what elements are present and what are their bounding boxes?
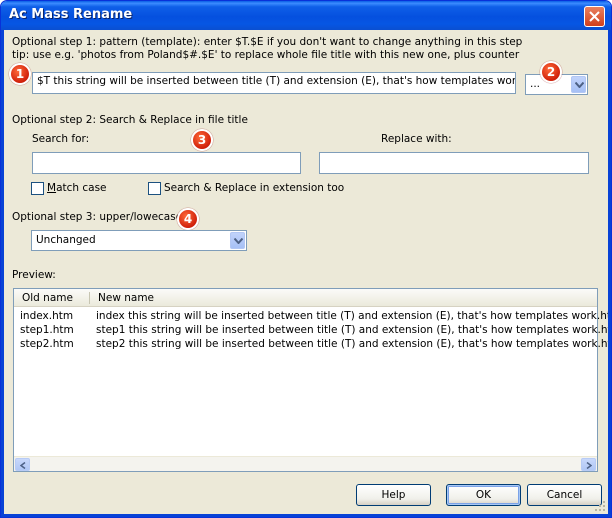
extension-too-label[interactable]: Search & Replace in extension too xyxy=(164,182,344,194)
column-header-old-name[interactable]: Old name xyxy=(22,292,73,304)
table-row[interactable]: index.htm index this string will be inse… xyxy=(14,310,611,324)
chevron-down-icon[interactable] xyxy=(230,232,245,249)
new-name-cell: step2 this string will be inserted betwe… xyxy=(96,338,612,350)
preview-list[interactable]: Old name New name index.htm index this s… xyxy=(13,288,611,472)
callout-badge-1: 1 xyxy=(9,63,31,85)
old-name-cell: step2.htm xyxy=(20,338,74,350)
replace-label: Replace with: xyxy=(381,133,452,145)
cancel-button[interactable]: Cancel xyxy=(527,484,602,506)
column-header-new-name[interactable]: New name xyxy=(98,292,154,304)
case-dropdown-value: Unchanged xyxy=(36,234,96,246)
window-title: Ac Mass Rename xyxy=(9,7,133,22)
scroll-right-button[interactable] xyxy=(581,458,596,471)
rename-dialog: Ac Mass Rename Optional step 1: pattern … xyxy=(0,0,612,518)
callout-badge-4: 4 xyxy=(177,208,199,230)
table-row[interactable]: step2.htm step2 this string will be inse… xyxy=(14,338,611,352)
replace-input[interactable] xyxy=(319,152,589,174)
match-case-label-rest: atch case xyxy=(56,182,107,194)
scroll-left-button[interactable] xyxy=(15,458,30,471)
horizontal-scrollbar[interactable] xyxy=(14,456,597,471)
old-name-cell: index.htm xyxy=(20,310,74,322)
ok-button[interactable]: OK xyxy=(446,484,521,506)
match-case-label[interactable]: Match case xyxy=(47,182,107,194)
callout-badge-3: 3 xyxy=(191,129,213,151)
step1-tip: tip: use e.g. 'photos from Poland$#.$E' … xyxy=(12,49,520,61)
macro-dropdown-value: ... xyxy=(530,78,541,90)
new-name-cell: index this string will be inserted betwe… xyxy=(96,310,612,322)
search-label: Search for: xyxy=(32,133,90,145)
help-button[interactable]: Help xyxy=(356,484,431,506)
new-name-cell: step1 this string will be inserted betwe… xyxy=(96,324,612,336)
window-border-left xyxy=(1,30,4,517)
resize-grip-icon[interactable] xyxy=(595,501,606,512)
chevron-right-icon xyxy=(586,462,592,469)
match-case-checkbox[interactable] xyxy=(31,182,44,195)
search-input[interactable] xyxy=(32,152,301,174)
step3-heading: Optional step 3: upper/lowecase xyxy=(12,211,183,223)
table-row[interactable]: step1.htm step1 this string will be inse… xyxy=(14,324,611,338)
step2-heading: Optional step 2: Search & Replace in fil… xyxy=(12,114,248,126)
chevron-left-icon xyxy=(20,462,26,469)
close-icon xyxy=(589,11,600,22)
callout-badge-2: 2 xyxy=(540,61,562,83)
pattern-input[interactable]: $T this string will be inserted between … xyxy=(32,72,516,94)
close-button[interactable] xyxy=(584,6,605,27)
match-case-mnemonic: M xyxy=(47,182,57,194)
chevron-down-icon[interactable] xyxy=(571,76,586,93)
window-border-right xyxy=(608,30,611,517)
old-name-cell: step1.htm xyxy=(20,324,74,336)
column-separator[interactable] xyxy=(89,292,90,304)
preview-label: Preview: xyxy=(12,269,56,281)
extension-too-checkbox[interactable] xyxy=(148,182,161,195)
title-bar[interactable]: Ac Mass Rename xyxy=(1,1,611,30)
case-dropdown[interactable]: Unchanged xyxy=(31,230,247,251)
window-border-bottom xyxy=(1,514,611,517)
preview-list-header: Old name New name xyxy=(14,289,597,307)
step1-instruction: Optional step 1: pattern (template): ent… xyxy=(12,36,523,48)
